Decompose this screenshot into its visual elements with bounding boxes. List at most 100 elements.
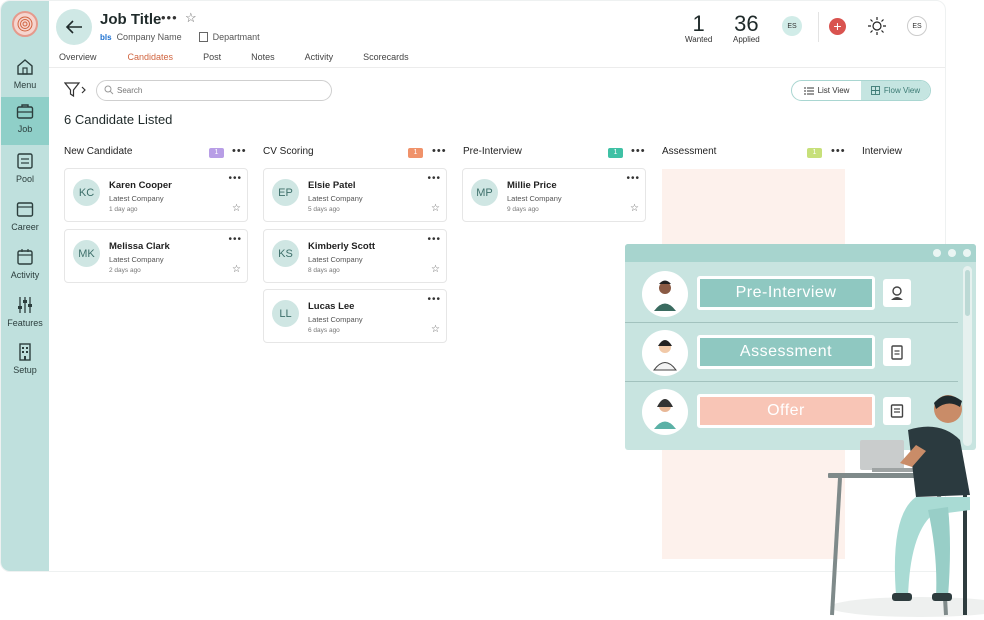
star-icon[interactable]: ☆ xyxy=(232,203,241,214)
card-more-icon[interactable]: ••• xyxy=(427,234,441,245)
user-avatar[interactable]: ES xyxy=(907,16,927,36)
avatar: MK xyxy=(73,240,100,267)
column-title-new-candidate: New Candidate xyxy=(64,146,133,157)
list-view-button[interactable]: List View xyxy=(792,81,861,100)
home-icon xyxy=(17,59,33,75)
stat-label: Wanted xyxy=(685,35,713,44)
candidate-company: Latest Company xyxy=(308,255,363,264)
add-button[interactable]: + xyxy=(829,18,846,35)
star-icon[interactable]: ☆ xyxy=(431,264,440,275)
column-count-badge: 1 xyxy=(209,148,224,158)
sidebar-item-menu[interactable]: Menu xyxy=(1,53,49,97)
stat-value: 1 xyxy=(692,11,705,36)
person-at-desk-illustration xyxy=(828,395,984,617)
sidebar-item-setup[interactable]: Setup xyxy=(1,338,49,382)
sidebar-item-activity[interactable]: Activity xyxy=(1,243,49,287)
tab-post[interactable]: Post xyxy=(203,52,221,62)
person-avatar-illustration xyxy=(642,330,688,376)
column-count-badge: 1 xyxy=(608,148,623,158)
candidate-company: Latest Company xyxy=(308,315,363,324)
search-icon xyxy=(104,85,114,95)
candidate-card[interactable]: MP Millie Price Latest Company 9 days ag… xyxy=(462,168,646,222)
grid-icon xyxy=(870,86,880,95)
tab-overview[interactable]: Overview xyxy=(59,52,97,62)
sidebar-item-features[interactable]: Features xyxy=(1,291,49,335)
candidate-name: Lucas Lee xyxy=(308,301,355,312)
app-logo[interactable] xyxy=(12,11,38,37)
tab-activity[interactable]: Activity xyxy=(305,52,334,62)
star-icon[interactable]: ☆ xyxy=(232,264,241,275)
card-more-icon[interactable]: ••• xyxy=(228,234,242,245)
search-input[interactable] xyxy=(96,80,332,101)
sidebar-item-label: Features xyxy=(7,318,43,328)
star-icon[interactable]: ☆ xyxy=(431,203,440,214)
page-title: Job Title xyxy=(100,11,162,28)
sidebar-item-label: Job xyxy=(17,124,33,134)
candidate-name: Melissa Clark xyxy=(109,241,170,252)
avatar: MP xyxy=(471,179,498,206)
column-title-pre-interview: Pre-Interview xyxy=(463,146,522,157)
candidate-time: 2 days ago xyxy=(109,267,141,274)
column-more-icon[interactable]: ••• xyxy=(432,145,447,157)
candidate-company: Latest Company xyxy=(308,194,363,203)
card-more-icon[interactable]: ••• xyxy=(228,173,242,184)
company-row: bls Company Name Departmant xyxy=(100,32,260,42)
candidate-card[interactable]: KS Kimberly Scott Latest Company 8 days … xyxy=(263,229,447,283)
column-title-cv-scoring: CV Scoring xyxy=(263,146,314,157)
star-icon[interactable]: ☆ xyxy=(630,203,639,214)
assignee-avatar[interactable]: ES xyxy=(782,16,802,36)
sidebar-item-job[interactable]: Job xyxy=(1,97,49,145)
sidebar-item-label: Setup xyxy=(13,365,37,375)
candidate-card[interactable]: MK Melissa Clark Latest Company 2 days a… xyxy=(64,229,248,283)
building-icon xyxy=(19,343,31,361)
avatar: LL xyxy=(272,300,299,327)
arrow-left-icon xyxy=(65,20,82,34)
tab-candidates[interactable]: Candidates xyxy=(128,52,174,62)
tab-scorecards[interactable]: Scorecards xyxy=(363,52,409,62)
back-button[interactable] xyxy=(56,9,92,45)
candidate-time: 9 days ago xyxy=(507,206,539,213)
candidate-count-heading: 6 Candidate Listed xyxy=(64,112,173,127)
sidebar-item-career[interactable]: Career xyxy=(1,195,49,239)
illustration-divider xyxy=(625,322,958,323)
sliders-icon xyxy=(18,297,32,313)
theme-toggle-icon[interactable] xyxy=(867,16,887,36)
candidate-time: 1 day ago xyxy=(109,206,138,213)
stat-wanted: 1 Wanted xyxy=(685,11,713,45)
favorite-star-icon[interactable]: ☆ xyxy=(185,10,197,26)
sidebar: Menu Job Pool Career Activity Features S… xyxy=(1,1,49,571)
sidebar-item-pool[interactable]: Pool xyxy=(1,147,49,191)
company-logo: bls xyxy=(100,32,112,42)
tab-bar: Overview Candidates Post Notes Activity … xyxy=(59,52,409,62)
candidate-company: Latest Company xyxy=(109,194,164,203)
column-title-interview: Interview xyxy=(862,146,903,157)
view-toggle: List View Flow View xyxy=(791,80,931,101)
briefcase-icon xyxy=(16,104,34,119)
person-avatar-illustration xyxy=(642,271,688,317)
clipboard-icon xyxy=(883,338,911,366)
avatar: KS xyxy=(272,240,299,267)
list-view-label: List View xyxy=(817,86,850,95)
stat-label: Applied xyxy=(733,35,760,44)
column-more-icon[interactable]: ••• xyxy=(831,145,846,157)
card-more-icon[interactable]: ••• xyxy=(427,173,441,184)
stage-pill: Assessment xyxy=(697,335,875,369)
column-count-badge: 1 xyxy=(408,148,423,158)
window-dot xyxy=(933,249,941,257)
candidate-card[interactable]: EP Elsie Patel Latest Company 5 days ago… xyxy=(263,168,447,222)
star-icon[interactable]: ☆ xyxy=(431,324,440,335)
column-more-icon[interactable]: ••• xyxy=(232,145,247,157)
column-more-icon[interactable]: ••• xyxy=(631,145,646,157)
candidate-card[interactable]: LL Lucas Lee Latest Company 6 days ago •… xyxy=(263,289,447,343)
more-options-icon[interactable]: ••• xyxy=(161,10,178,25)
illustration-divider xyxy=(625,381,958,382)
candidate-company: Latest Company xyxy=(109,255,164,264)
sidebar-item-label: Activity xyxy=(10,270,40,280)
sidebar-item-label: Menu xyxy=(13,80,37,90)
filter-icon[interactable] xyxy=(64,82,88,98)
card-more-icon[interactable]: ••• xyxy=(626,173,640,184)
card-more-icon[interactable]: ••• xyxy=(427,294,441,305)
tab-notes[interactable]: Notes xyxy=(251,52,275,62)
flow-view-button[interactable]: Flow View xyxy=(861,81,930,100)
candidate-card[interactable]: KC Karen Cooper Latest Company 1 day ago… xyxy=(64,168,248,222)
